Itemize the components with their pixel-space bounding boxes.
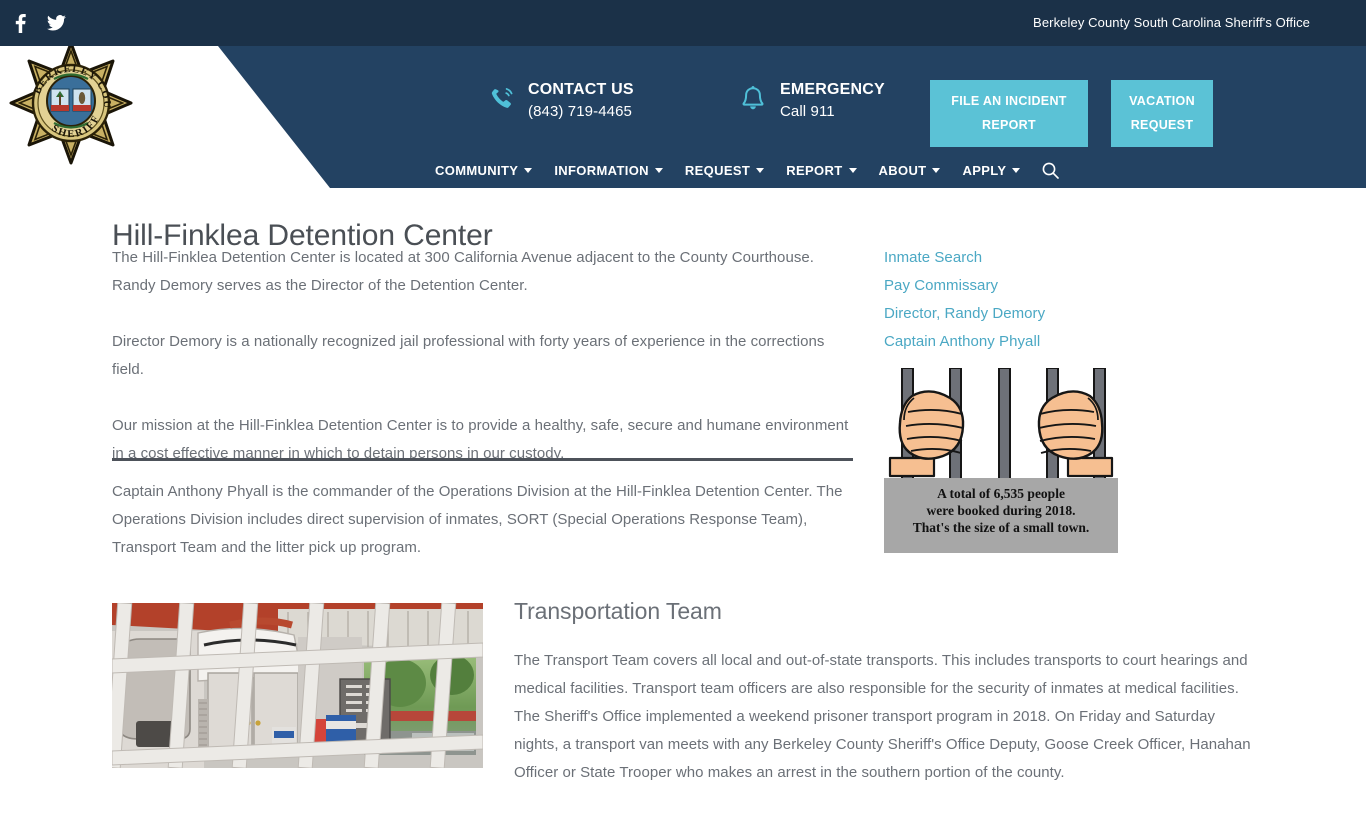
main-navigation: COMMUNITY INFORMATION REQUEST REPORT ABO… (0, 152, 1366, 188)
paragraph: The Transport Team covers all local and … (514, 652, 1251, 781)
contact-us-title: CONTACT US (528, 81, 634, 98)
sidebar-link-director[interactable]: Director, Randy Demory (884, 300, 1120, 328)
nav-item-request[interactable]: REQUEST (674, 163, 775, 178)
emergency-block[interactable]: EMERGENCY Call 911 (740, 79, 885, 123)
sidebar-link-pay-commissary[interactable]: Pay Commissary (884, 272, 1120, 300)
paragraph: Director Demory is a nationally recogniz… (112, 333, 825, 378)
contact-us-block[interactable]: CONTACT US (843) 719-4465 (489, 79, 634, 123)
top-bar: Berkeley County South Carolina Sheriff's… (0, 0, 1366, 46)
nav-label: REPORT (786, 162, 843, 178)
section-title: Transportation Team (514, 598, 722, 624)
emergency-text: EMERGENCY Call 911 (780, 79, 885, 123)
paragraph: The Hill-Finklea Detention Center is loc… (112, 249, 814, 294)
nav-item-information[interactable]: INFORMATION (543, 163, 674, 178)
vacation-request-button[interactable]: VACATION REQUEST (1111, 80, 1213, 147)
paragraph: Captain Anthony Phyall is the commander … (112, 483, 843, 556)
facebook-icon[interactable] (10, 13, 30, 33)
bell-icon (740, 85, 766, 118)
contact-us-text: CONTACT US (843) 719-4465 (528, 79, 634, 123)
section-divider (112, 458, 853, 461)
transportation-team-section: Transportation Team The Transport Team c… (514, 598, 1254, 815)
jail-caption-line3: That's the size of a small town. (913, 520, 1090, 535)
chevron-down-icon (756, 167, 765, 173)
chevron-down-icon (1012, 167, 1021, 173)
nav-label: COMMUNITY (435, 162, 519, 178)
emergency-title: EMERGENCY (780, 81, 885, 98)
jail-caption-line2: were booked during 2018. (926, 503, 1075, 518)
nav-item-about[interactable]: ABOUT (868, 163, 952, 178)
twitter-icon[interactable] (46, 13, 66, 33)
chevron-down-icon (848, 167, 857, 173)
chevron-down-icon (654, 167, 663, 173)
nav-label: INFORMATION (554, 162, 649, 178)
search-icon[interactable] (1031, 162, 1070, 179)
nav-label: REQUEST (684, 162, 751, 178)
chevron-down-icon (524, 167, 533, 173)
phone-icon (489, 86, 515, 117)
sidebar-link-captain[interactable]: Captain Anthony Phyall (884, 328, 1120, 356)
nav-label: APPLY (962, 162, 1007, 178)
article-column-bottom: Captain Anthony Phyall is the commander … (112, 478, 854, 590)
transport-van-image (112, 603, 483, 768)
sidebar-link-inmate-search[interactable]: Inmate Search (884, 244, 1120, 272)
jail-caption-line1: A total of 6,535 people (937, 486, 1065, 501)
nav-item-community[interactable]: COMMUNITY (424, 163, 543, 178)
nav-item-report[interactable]: REPORT (775, 163, 867, 178)
site-header: BERKELEY COUNTY SHERIFF CONTACT US (843)… (0, 46, 1366, 188)
site-title: Berkeley County South Carolina Sheriff's… (1033, 15, 1310, 30)
jail-bars-image: A total of 6,535 people were booked duri… (884, 368, 1118, 553)
sidebar-links: Inmate Search Pay Commissary Director, R… (884, 244, 1120, 356)
file-incident-report-button[interactable]: FILE AN INCIDENT REPORT (930, 80, 1088, 147)
sheriff-badge-logo[interactable]: BERKELEY COUNTY SHERIFF (7, 46, 135, 167)
emergency-detail: Call 911 (780, 102, 835, 120)
contact-us-phone: (843) 719-4465 (528, 102, 632, 120)
nav-item-apply[interactable]: APPLY (951, 163, 1031, 178)
nav-label: ABOUT (878, 162, 927, 178)
chevron-down-icon (932, 167, 941, 173)
social-links (10, 13, 66, 33)
